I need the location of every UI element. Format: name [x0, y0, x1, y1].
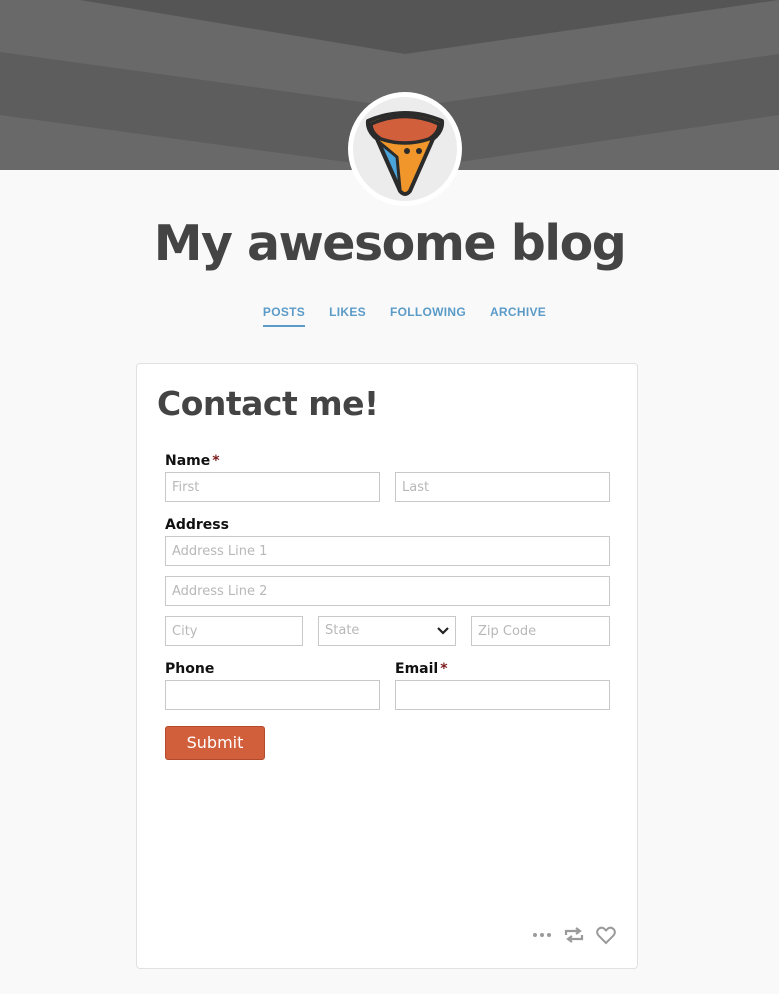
- heart-icon[interactable]: [595, 924, 617, 946]
- required-mark: *: [212, 453, 220, 469]
- more-icon[interactable]: [531, 924, 553, 946]
- zip-code-input[interactable]: [471, 616, 610, 646]
- blog-title[interactable]: My awesome blog: [0, 212, 779, 276]
- name-label-text: Name: [165, 453, 211, 469]
- address-line2-input[interactable]: [165, 576, 610, 606]
- address-label: Address: [165, 517, 229, 533]
- first-name-input[interactable]: [165, 472, 380, 502]
- email-label: Email *: [395, 660, 448, 678]
- state-select-value: State: [325, 623, 360, 638]
- name-label: Name *: [165, 452, 220, 470]
- blog-nav: POSTS LIKES FOLLOWING ARCHIVE: [0, 305, 779, 327]
- address-line1-input[interactable]: [165, 536, 610, 566]
- state-select[interactable]: State: [318, 616, 456, 646]
- email-label-text: Email: [395, 661, 439, 677]
- nav-following[interactable]: FOLLOWING: [390, 305, 466, 327]
- post-title: Contact me!: [157, 384, 379, 423]
- city-input[interactable]: [165, 616, 303, 646]
- phone-label: Phone: [165, 661, 215, 677]
- submit-button[interactable]: Submit: [165, 726, 265, 760]
- reblog-icon[interactable]: [563, 924, 585, 946]
- required-mark: *: [440, 661, 448, 677]
- blog-avatar[interactable]: [348, 92, 462, 206]
- nav-posts[interactable]: POSTS: [262, 305, 306, 327]
- post-actions: [531, 924, 617, 946]
- nav-likes[interactable]: LIKES: [329, 305, 366, 327]
- post-card: Contact me! Name* Address State Phone Em…: [136, 363, 638, 969]
- last-name-input[interactable]: [395, 472, 610, 502]
- chevron-down-icon: [437, 627, 449, 635]
- avatar-image: [353, 97, 457, 201]
- email-input[interactable]: [395, 680, 610, 710]
- nav-archive[interactable]: ARCHIVE: [490, 305, 546, 327]
- phone-input[interactable]: [165, 680, 380, 710]
